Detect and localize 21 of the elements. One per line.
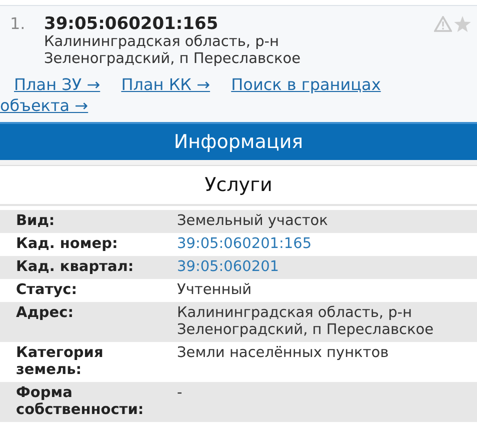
field-label: Адрес: [15, 305, 75, 323]
field-value: Калининградская область, р-н Зеленоградский, п Переславское [177, 305, 435, 339]
value-link[interactable]: 39:05:060201:165 [177, 236, 477, 253]
field-label: Форма собственности: [15, 385, 145, 419]
result-address: Калининградская область, р-н Зеленоградский, п Переславское [44, 34, 302, 68]
field-label: Вид: [15, 213, 56, 230]
field-label: Статус: [15, 282, 78, 299]
field-value: Земли населённых пунктов [177, 345, 390, 363]
value-link[interactable]: 39:05:060201 [177, 259, 477, 276]
cadastral-number[interactable]: 39:05:060201:165 [44, 14, 434, 34]
warning-icon[interactable] [434, 16, 452, 32]
star-icon[interactable] [454, 16, 471, 32]
field-value: - [177, 385, 184, 403]
field-label: Кад. квартал: [15, 259, 135, 276]
map-links[interactable]: План ЗУ → План КК → Поиск в границах объекта → [0, 74, 440, 116]
field-label: Категория земель: [15, 345, 104, 379]
result-index: 1. [9, 14, 26, 35]
field-value: Земельный участок [177, 213, 329, 230]
field-value: Учтенный [177, 282, 253, 299]
field-label: Кад. номер: [15, 236, 119, 253]
section-header: Информация [0, 122, 477, 160]
